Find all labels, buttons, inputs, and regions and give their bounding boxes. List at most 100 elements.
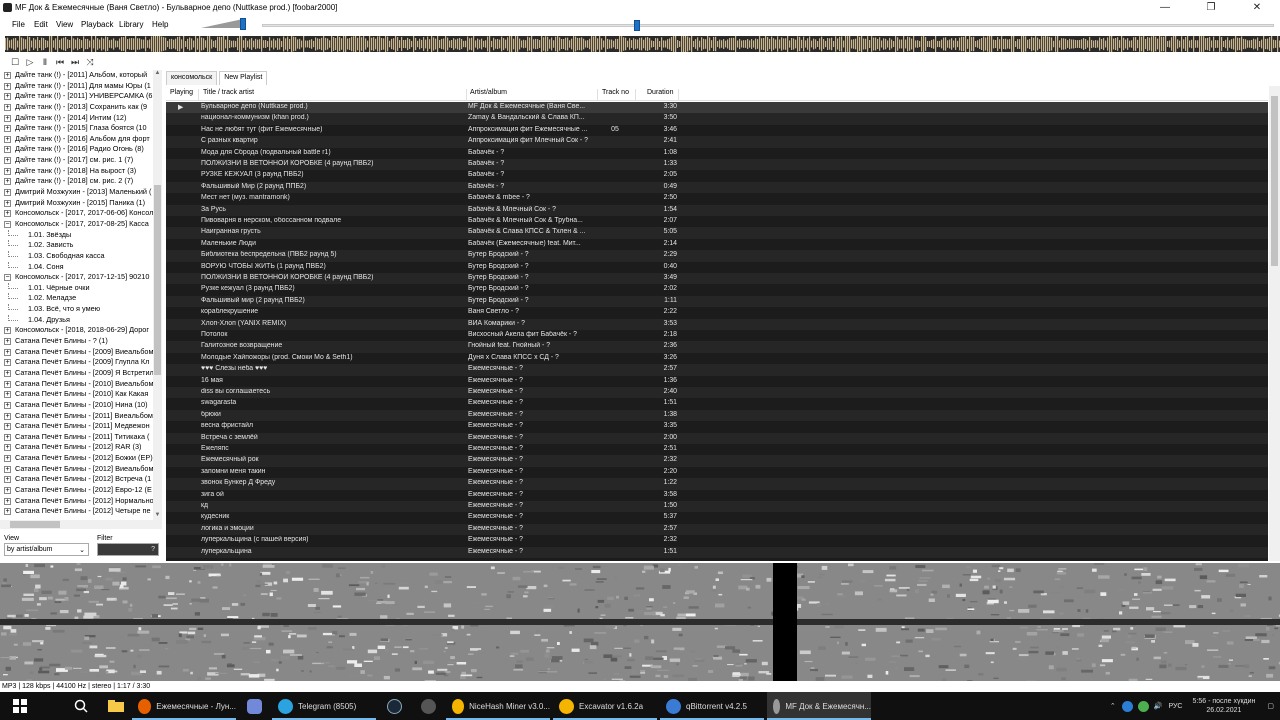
playlist-row[interactable]: За Русь Бабачёк & Млечный Сок - ? 1:54	[166, 204, 1268, 216]
tree-album-node[interactable]: + Дайте танк (!) - [2015] Глаза боятся (1…	[0, 123, 153, 134]
playlist-row[interactable]: луперкальщина (с пашей версия) Ежемесячны…	[166, 535, 1268, 546]
playlist-row[interactable]: луперкальщина Ежемесячные - ? 1:51	[166, 546, 1268, 558]
expand-icon[interactable]: +	[4, 210, 11, 218]
tree-track-item[interactable]: 1.01. Звёзды	[0, 229, 153, 241]
expand-icon[interactable]: +	[4, 508, 11, 516]
column-playing[interactable]: Playing	[166, 89, 199, 101]
tree-track-item[interactable]: 1.01. Чёрные очки	[0, 282, 153, 294]
expand-icon[interactable]: +	[4, 412, 11, 420]
tree-album-node[interactable]: − Консомольск - [2017, 2017-12-15] 90210	[0, 272, 153, 283]
tree-album-node[interactable]: + Сатана Печёт Блины - [2012] Евро-12 (E	[0, 485, 153, 496]
tab-new-playlist[interactable]: New Playlist	[219, 71, 268, 85]
expand-icon[interactable]: +	[4, 348, 11, 356]
next-icon[interactable]: ⏭	[70, 57, 80, 67]
expand-icon[interactable]: +	[4, 178, 11, 186]
tree-album-node[interactable]: + Сатана Печёт Блины - [2011] Титикака (	[0, 432, 153, 443]
tree-album-node[interactable]: + Дайте танк (!) - [2017] см. рис. 1 (7)	[0, 155, 153, 166]
playlist-row[interactable]: 16 мая Ежемесячные - ? 1:36	[166, 376, 1268, 387]
previous-icon[interactable]: ⏮	[55, 57, 65, 67]
volume-icon[interactable]: 🔊	[1154, 702, 1163, 710]
tree-album-node[interactable]: + Консомольск - [2018, 2018-06-29] Дорог	[0, 325, 153, 336]
tree-album-node[interactable]: + Дайте танк (!) - [2011] УНИВЕРСАМКА (6	[0, 91, 153, 102]
tree-album-node[interactable]: + Дайте танк (!) - [2011] Для мамы Юры (1	[0, 81, 153, 92]
seekbar[interactable]	[262, 20, 1274, 31]
tree-album-node[interactable]: + Сатана Печёт Блины - [2010] Нина (10)	[0, 400, 153, 411]
tree-album-node[interactable]: + Сатана Печёт Блины - [2011] Медвежон	[0, 421, 153, 432]
playlist-row[interactable]: звонок Бункер Д Фреду Ежемесячные - ? 1:22	[166, 478, 1268, 490]
network-icon[interactable]	[1121, 700, 1133, 712]
expand-icon[interactable]: +	[4, 455, 11, 463]
expand-icon[interactable]: +	[4, 157, 11, 165]
search-icon[interactable]	[74, 692, 88, 720]
tree-track-item[interactable]: 1.02. Зависть	[0, 240, 153, 251]
tree-album-node[interactable]: + Дайте танк (!) - [2018] см. рис. 2 (7)	[0, 176, 153, 187]
playlist-row[interactable]: Мест нет (муз. mantramonk) Бабачёк & mbee…	[166, 193, 1268, 204]
tree-album-node[interactable]: + Сатана Печёт Блины - [2009] Виеальбом	[0, 347, 153, 358]
playlist-row[interactable]: ♥♥♥ Слезы неба ♥♥♥ Ежемесячные - ? 2:57	[166, 364, 1268, 376]
playlist-row[interactable]: Фальшивый Мир (2 раунд ППБ2) Бабачёк - ? 0…	[166, 181, 1268, 194]
playlist-row[interactable]: РУЗКЕ КЕЖУАЛ (3 раунд ПВБ2) Бабачёк - ? 2:…	[166, 170, 1268, 181]
random-icon[interactable]: ⤨	[85, 57, 95, 67]
tree-album-node[interactable]: + Сатана Печёт Блины - [2010] Виеальбом	[0, 379, 153, 390]
scrollbar-thumb[interactable]	[154, 185, 161, 375]
playlist-row[interactable]: diss вы соглашаетесь Ежемесячные - ? 2:40	[166, 387, 1268, 399]
filter-help-button[interactable]: ?	[151, 546, 155, 553]
tree-album-node[interactable]: + Сатана Печёт Блины - [2012] Встреча (1	[0, 474, 153, 485]
tree-album-node[interactable]: − Консомольск - [2017, 2017-08-25] Касса	[0, 219, 153, 230]
tree-album-node[interactable]: + Сатана Печёт Блины - ? (1)	[0, 336, 153, 347]
tray-app-icon[interactable]	[1137, 700, 1149, 712]
chevron-up-icon[interactable]: ⌃	[1110, 702, 1116, 710]
volume-slider[interactable]	[201, 17, 251, 31]
playlist-row[interactable]: кудесник Ежемесячные - ? 5:37	[166, 512, 1268, 523]
tree-track-item[interactable]: 1.02. Меладзе	[0, 293, 153, 304]
expand-icon[interactable]: +	[4, 135, 11, 143]
playlist-row[interactable]: Встреча с землёй Ежемесячные - ? 2:00	[166, 432, 1268, 444]
expand-icon[interactable]: +	[4, 103, 11, 111]
column-duration[interactable]: Duration	[643, 89, 679, 101]
expand-icon[interactable]: +	[4, 125, 11, 133]
language-indicator[interactable]: РУС	[1168, 703, 1182, 710]
view-select[interactable]: by artist/album ⌄	[4, 543, 89, 556]
tree-album-node[interactable]: + Дмитрий Мозжухин - [2015] Паника (1)	[0, 198, 153, 209]
playlist-row[interactable]: кд Ежемесячные - ? 1:50	[166, 501, 1268, 513]
tree-track-item[interactable]: 1.04. Соня	[0, 261, 153, 273]
column-track-no[interactable]: Track no	[598, 89, 636, 101]
menu-edit[interactable]: Edit	[34, 20, 48, 29]
playlist-row[interactable]: Молодые Хайпожоры (prod. Смоки Мо & Seth…	[166, 353, 1268, 364]
volume-thumb[interactable]	[240, 18, 247, 30]
playlist-row[interactable]: Потолок Висхосный Акела фит Бабачёк - ? 2:…	[166, 330, 1268, 341]
expand-icon[interactable]: +	[4, 423, 11, 431]
expand-icon[interactable]: +	[4, 359, 11, 367]
taskbar-item-nicehash[interactable]: NiceHash Miner v3.0...	[446, 692, 550, 720]
tree-album-node[interactable]: + Дайте танк (!) - [2016] Радио Огонь (8)	[0, 144, 153, 155]
playlist-row[interactable]: С разных квартир Аппроксимация фит Млечны…	[166, 136, 1268, 148]
tree-album-node[interactable]: + Сатана Печёт Блины - [2012] Божки (EP)	[0, 453, 153, 464]
maximize-button[interactable]: ❐	[1188, 0, 1234, 15]
tree-album-node[interactable]: + Дайте танк (!) - [2013] Сохранить как (…	[0, 102, 153, 113]
tree-album-node[interactable]: + Дмитрий Мозжухин - [2013] Маленький (	[0, 187, 153, 198]
scrollbar-thumb[interactable]	[10, 521, 60, 528]
tree-album-node[interactable]: + Сатана Печёт Блины - [2009] Я Встретил	[0, 368, 153, 379]
scrollbar-thumb[interactable]	[1271, 96, 1278, 266]
playlist-row[interactable]: Ежеляпс Ежемесячные - ? 2:51	[166, 444, 1268, 455]
menu-library[interactable]: Library	[119, 20, 143, 29]
expand-icon[interactable]: +	[4, 486, 11, 494]
expand-icon[interactable]: +	[4, 189, 11, 197]
playlist-scrollbar[interactable]	[1269, 86, 1280, 561]
collapse-icon[interactable]: −	[4, 274, 11, 282]
expand-icon[interactable]: +	[4, 146, 11, 154]
expand-icon[interactable]: +	[4, 465, 11, 473]
column-title[interactable]: Title / track artist	[199, 89, 467, 101]
menu-file[interactable]: File	[12, 20, 25, 29]
tree-album-node[interactable]: + Сатана Печёт Блины - [2010] Как Какая	[0, 389, 153, 400]
tree-album-node[interactable]: + Сатана Печёт Блины - [2012] Нормально	[0, 496, 153, 507]
playlist-row[interactable]: Рузке кежуал (3 раунд ПВБ2) Бутер Бродски…	[166, 284, 1268, 295]
expand-icon[interactable]: +	[4, 167, 11, 175]
taskbar-item-qbittorrent[interactable]: qBittorrent v4.2.5	[660, 692, 764, 720]
playlist-row[interactable]: национал-коммунизм (khan prod.) Zamay & В…	[166, 113, 1268, 125]
tree-album-node[interactable]: + Сатана Печёт Блины - [2012] RAR (3)	[0, 442, 153, 453]
expand-icon[interactable]: +	[4, 476, 11, 484]
notifications-icon[interactable]: ▢	[1267, 702, 1274, 710]
collapse-icon[interactable]: −	[4, 220, 11, 228]
tree-album-node[interactable]: + Дайте танк (!) - [2014] Интим (12)	[0, 113, 153, 124]
